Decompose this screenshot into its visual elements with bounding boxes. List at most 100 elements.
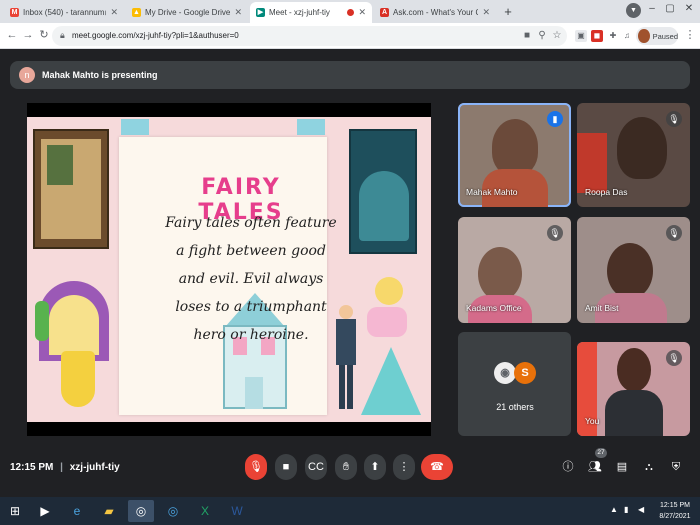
volume-icon[interactable]: ◀	[638, 505, 644, 514]
cinderella-book-image	[349, 129, 417, 254]
tray-expand-icon[interactable]: ▲	[610, 505, 618, 514]
present-button[interactable]: ⬆	[364, 454, 386, 480]
ask-icon: A	[380, 8, 389, 17]
activities-icon[interactable]: ⛬	[641, 459, 657, 475]
participant-tile-you[interactable]: 🎙︎ You	[577, 342, 690, 436]
mic-off-icon: 🎙︎	[666, 225, 682, 241]
word-icon[interactable]: W	[224, 500, 250, 522]
speaking-indicator-icon: ▮	[547, 111, 563, 127]
leave-call-button[interactable]: ☎︎	[421, 454, 453, 480]
participant-tile-mahak-mahto[interactable]: ▮ Mahak Mahto	[458, 103, 571, 207]
host-controls-icon[interactable]: ⛨	[668, 459, 684, 475]
tape-decoration	[121, 119, 149, 135]
others-count: 21 others	[496, 402, 534, 412]
participant-video	[478, 247, 522, 301]
meeting-details-icon[interactable]: ⓘ	[560, 459, 576, 475]
people-icon[interactable]: 👥︎	[587, 459, 603, 475]
tab-title: Meet - xzj-juhf-tiy	[269, 8, 330, 17]
participant-video	[617, 117, 667, 179]
address-bar[interactable]: 🔒︎ meet.google.com/xzj-juhf-tiy?pli=1&au…	[52, 26, 567, 46]
camera-icon[interactable]: ■	[521, 30, 533, 41]
camera-button[interactable]: ■	[275, 454, 297, 480]
close-icon[interactable]: ✕	[482, 7, 490, 18]
maximize-icon[interactable]: ▢	[661, 2, 679, 16]
gmail-icon: M	[10, 8, 19, 17]
back-icon[interactable]: ←	[5, 28, 19, 42]
alice-book-image	[33, 129, 109, 249]
participant-tile-kadams-office[interactable]: 🎙︎ Kadams Office	[458, 217, 571, 323]
system-clock[interactable]: 12:15 PM 8/27/2021	[657, 500, 693, 522]
participant-video	[607, 243, 653, 299]
raise-hand-button[interactable]: ✋︎	[335, 454, 357, 480]
more-options-button[interactable]: ⋮	[393, 454, 415, 480]
slide: FAIRY TALES Fairy tales often feature a …	[27, 117, 431, 422]
extension-red-icon[interactable]: ◼	[591, 30, 603, 42]
presentation-stage[interactable]: FAIRY TALES Fairy tales often feature a …	[27, 103, 431, 436]
drive-icon: ▲	[132, 8, 141, 17]
mic-off-icon: 🎙︎	[547, 225, 563, 241]
presenting-banner: n Mahak Mahto is presenting	[10, 61, 690, 89]
browser-toolbar: ← → ↻ 🔒︎ meet.google.com/xzj-juhf-tiy?pl…	[0, 23, 700, 49]
profile-button[interactable]: Paused	[636, 27, 678, 45]
captions-button[interactable]: CC	[305, 454, 327, 480]
reload-icon[interactable]: ↻	[37, 28, 51, 42]
separator: |	[60, 462, 63, 473]
recording-dot-icon	[347, 9, 355, 16]
participant-video	[577, 133, 607, 193]
tab-search-icon[interactable]: ▼	[626, 3, 641, 18]
presenter-text: Mahak Mahto is presenting	[42, 70, 158, 80]
close-icon[interactable]: ✕	[358, 7, 366, 18]
mic-off-icon: 🎙︎	[666, 111, 682, 127]
participant-name: Mahak Mahto	[466, 187, 518, 197]
close-window-icon[interactable]: ✕	[680, 2, 698, 16]
media-player-icon[interactable]: ▶	[32, 500, 58, 522]
tab-ask[interactable]: A Ask.com - What's Your Question ✕	[374, 2, 496, 23]
close-icon[interactable]: ✕	[234, 7, 242, 18]
file-explorer-icon[interactable]: ▰	[96, 500, 122, 522]
tape-decoration	[297, 119, 325, 135]
clock-time: 12:15 PM	[660, 502, 690, 509]
chrome-alt-icon[interactable]: ◎	[160, 500, 186, 522]
microphone-button[interactable]: 🎙︎	[245, 454, 267, 480]
participant-name: Amit Bist	[585, 303, 619, 313]
start-button[interactable]: ⊞	[2, 500, 28, 522]
minimize-icon[interactable]: –	[643, 2, 661, 16]
bookmark-star-icon[interactable]: ☆	[551, 30, 563, 41]
chat-icon[interactable]: ▤	[614, 459, 630, 475]
meeting-code: xzj-juhf-tiy	[69, 462, 120, 473]
tab-drive[interactable]: ▲ My Drive - Google Drive ✕	[126, 2, 248, 23]
clock-date: 8/27/2021	[659, 513, 691, 520]
slide-body-text: Fairy tales often feature a fight betwee…	[165, 215, 337, 343]
extension-puzzle-icon[interactable]: ✚	[607, 30, 619, 42]
participant-video	[617, 348, 651, 392]
participant-tile-roopa-das[interactable]: 🎙︎ Roopa Das	[577, 103, 690, 207]
forward-icon[interactable]: →	[21, 28, 35, 42]
windows-taskbar: ⊞ ▶ e ▰ ◎ ◎ X W ▲ ▮ ◀ 12:15 PM 8/27/2021	[0, 497, 700, 525]
participant-name: Roopa Das	[585, 187, 628, 197]
participant-video	[492, 119, 538, 175]
participant-tile-amit-bist[interactable]: 🎙︎ Amit Bist	[577, 217, 690, 323]
tab-gmail[interactable]: M Inbox (540) - tarannum@theindu ✕	[4, 2, 124, 23]
meeting-time: 12:15 PM	[10, 462, 54, 473]
tab-title: My Drive - Google Drive	[145, 8, 231, 17]
presenter-avatar: n	[19, 67, 35, 83]
tab-title: Inbox (540) - tarannum@theindu	[23, 8, 106, 17]
internet-explorer-icon[interactable]: e	[64, 500, 90, 522]
zoom-icon[interactable]: ⚲	[536, 30, 548, 41]
princess-image	[357, 277, 427, 417]
menu-icon[interactable]: ⋮	[683, 28, 697, 42]
others-tile[interactable]: ◉ S 21 others	[458, 332, 571, 436]
avatar	[638, 29, 650, 43]
url-text: meet.google.com/xzj-juhf-tiy?pli=1&authu…	[72, 31, 239, 40]
media-icon[interactable]: ♫	[621, 30, 633, 42]
new-tab-button[interactable]: +	[500, 4, 516, 20]
participant-avatar: S	[514, 362, 536, 384]
extension-icon[interactable]: ▣	[575, 30, 587, 42]
participant-name: You	[585, 416, 600, 426]
close-icon[interactable]: ✕	[110, 7, 118, 18]
chrome-icon[interactable]: ◎	[128, 500, 154, 522]
excel-icon[interactable]: X	[192, 500, 218, 522]
tab-meet[interactable]: ▶ Meet - xzj-juhf-tiy ✕	[250, 2, 372, 23]
participant-count-badge: 27	[595, 448, 607, 458]
network-icon[interactable]: ▮	[624, 505, 628, 514]
